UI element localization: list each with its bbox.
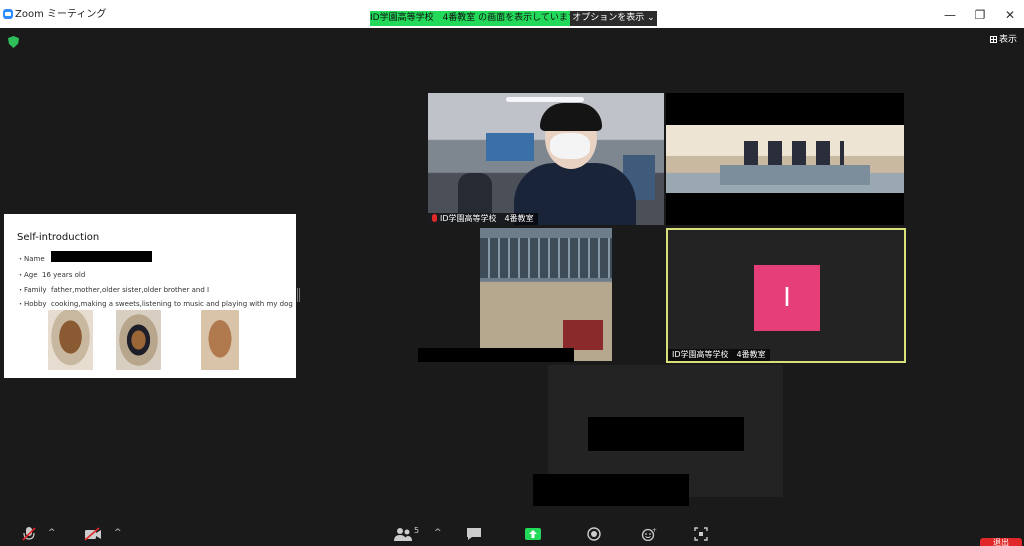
- slide-row-age: ・Age 16 years old: [17, 271, 86, 279]
- view-button-label: 表示: [999, 35, 1018, 45]
- redacted-label: [418, 348, 574, 362]
- face-mask: [550, 133, 590, 159]
- video-tile-active-speaker[interactable]: I ID学園高等学校 4番教室: [666, 228, 906, 363]
- view-button[interactable]: 表示: [990, 34, 1017, 46]
- building-windows: [480, 238, 612, 278]
- close-button[interactable]: ✕: [1003, 8, 1017, 22]
- meeting-toolbar: ^ ^ 5 ^ +: [0, 518, 1024, 546]
- background-person: [458, 173, 492, 213]
- participants-options-caret[interactable]: ^: [434, 528, 442, 538]
- window-titlebar: Zoom ミーティング ID学園高等学校 4番教室 の画面を表示しています オプ…: [0, 0, 1024, 28]
- mute-button[interactable]: [22, 526, 36, 541]
- share-screen-icon: [525, 528, 541, 540]
- slide-title: Self-introduction: [17, 232, 100, 243]
- speaker-hair: [540, 103, 602, 131]
- mic-muted-icon: [22, 527, 36, 541]
- video-off-icon: [84, 527, 101, 541]
- seated-people: [744, 141, 844, 165]
- participants-button[interactable]: 5: [394, 526, 420, 541]
- dog-photo: [48, 310, 93, 370]
- reactions-icon: +: [641, 527, 657, 542]
- start-video-button[interactable]: [84, 526, 102, 541]
- redacted-name: [51, 251, 152, 262]
- participant-name-label: ID学園高等学校 4番教室: [428, 213, 538, 225]
- restore-button[interactable]: ❐: [973, 8, 987, 22]
- storefront: [563, 320, 603, 350]
- split-resize-handle[interactable]: [297, 288, 300, 302]
- share-screen-button[interactable]: [524, 526, 542, 540]
- svg-text:+: +: [652, 527, 657, 534]
- ceiling-light: [506, 97, 584, 102]
- dog-photo: [201, 310, 239, 370]
- video-tile-building[interactable]: [428, 228, 664, 361]
- video-options-caret[interactable]: ^: [114, 528, 122, 538]
- audio-options-caret[interactable]: ^: [48, 528, 56, 538]
- mic-muted-icon: [432, 214, 437, 222]
- participant-avatar: I: [754, 265, 820, 331]
- view-options-button[interactable]: オプションを表示 ⌄: [570, 11, 657, 26]
- slide-row-family: ・Family father,mother,older sister,older…: [17, 286, 210, 294]
- window-light: [486, 133, 534, 161]
- record-button[interactable]: [587, 526, 601, 541]
- minimize-button[interactable]: —: [943, 8, 957, 22]
- apps-icon: [694, 527, 708, 541]
- redacted-name: [533, 474, 689, 506]
- record-icon: [587, 527, 601, 541]
- redacted-name: [588, 417, 744, 451]
- video-tile-room[interactable]: [666, 93, 904, 225]
- participant-name-label: ID学園高等学校 4番教室: [668, 349, 770, 361]
- zoom-app-icon: [3, 9, 13, 19]
- participants-count: 5: [414, 526, 420, 535]
- dog-photo: [116, 310, 161, 370]
- video-tile-classroom-speaker[interactable]: ID学園高等学校 4番教室: [428, 93, 664, 225]
- screen-share-banner: ID学園高等学校 4番教室 の画面を表示しています: [370, 11, 570, 26]
- leave-meeting-button[interactable]: 退出: [980, 538, 1022, 546]
- slide-row-hobby: ・Hobby cooking,making a sweets,listening…: [17, 300, 293, 308]
- desk: [720, 165, 870, 185]
- participants-icon: [394, 528, 412, 541]
- shared-screen-slide: Self-introduction ・Name ・Age 16 years ol…: [4, 214, 296, 378]
- apps-button[interactable]: [694, 526, 708, 541]
- chat-button[interactable]: [466, 526, 482, 540]
- grid-view-icon: [990, 36, 997, 43]
- chat-icon: [467, 528, 481, 540]
- slide-row-name: ・Name: [17, 255, 45, 263]
- reactions-button[interactable]: +: [641, 526, 657, 542]
- window-title: Zoom ミーティング: [15, 9, 107, 20]
